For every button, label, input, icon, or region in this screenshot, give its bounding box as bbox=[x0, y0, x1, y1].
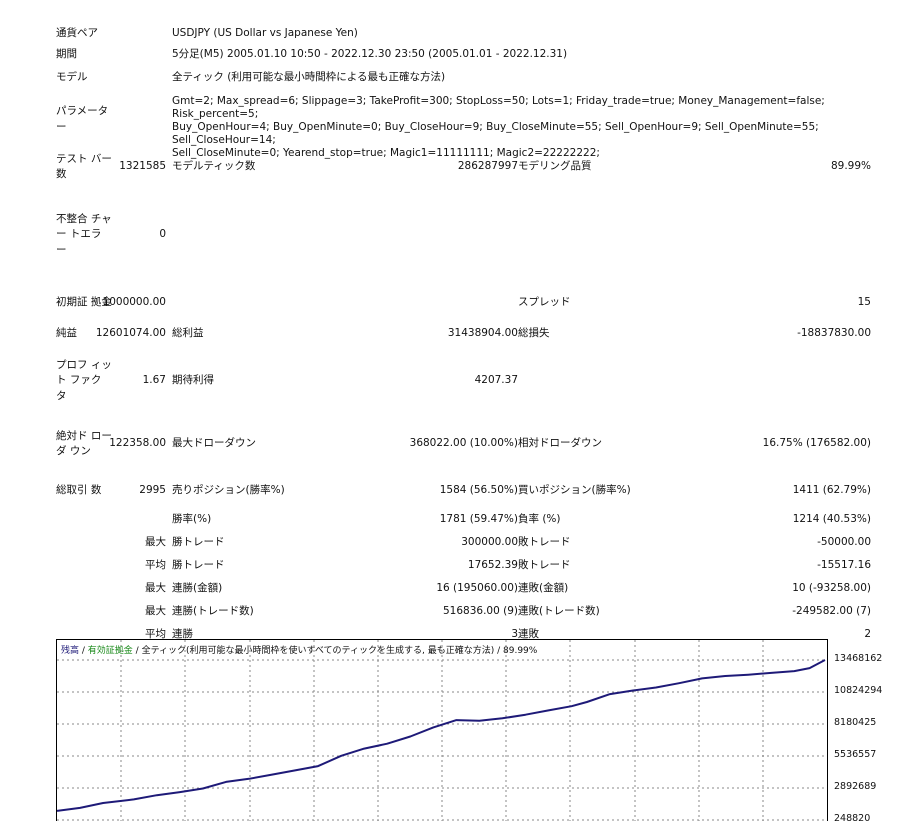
legend-equity: 有効証拠金 bbox=[87, 646, 133, 656]
header-value: 全ティック (利用可能な最小時間枠による最も正確な方法) bbox=[172, 71, 446, 83]
stat-label: 連敗(金額) bbox=[518, 581, 569, 594]
header-value: USDJPY (US Dollar vs Japanese Yen) bbox=[172, 27, 358, 39]
params-line: Gmt=2; Max_spread=6; Slippage=3; TakePro… bbox=[172, 95, 825, 120]
stat-label: 不整合 チャー トエラ ー bbox=[56, 212, 112, 256]
stat-label: 期待利得 bbox=[172, 374, 214, 387]
stat-number: 286287997 bbox=[457, 160, 518, 173]
stat-label: 総損失 bbox=[518, 327, 550, 340]
stat-value: 122358.00 bbox=[109, 414, 166, 474]
stat-value: 最大 bbox=[112, 532, 166, 554]
stat-number: 516836.00 (9) bbox=[443, 604, 518, 617]
stat-number: 1781 (59.47%) bbox=[439, 513, 518, 526]
stat-label: 負率 (%) bbox=[518, 513, 561, 526]
stat-value: -249582.00 (7) bbox=[792, 604, 871, 617]
stat-number: 平均 bbox=[145, 558, 166, 571]
stat-number: 最大 bbox=[145, 604, 166, 617]
stat-label bbox=[518, 184, 768, 286]
stat-label: 総取引 数 bbox=[56, 484, 102, 497]
header-label: 期間 bbox=[56, 48, 77, 60]
stat-value: 2995 bbox=[112, 474, 166, 508]
stat-number: 1321585 bbox=[119, 160, 166, 173]
params-label: パラメーター bbox=[56, 105, 109, 133]
stat-number: 17652.39 bbox=[467, 558, 518, 571]
stat-value: 10 (-93258.00) bbox=[792, 581, 871, 594]
stat-label bbox=[56, 532, 112, 554]
stats-table: テスト バー数 1321585 モデルティック数 286287997 モデリング品質 89… bbox=[56, 150, 871, 646]
legend-balance: 残高 bbox=[61, 646, 80, 656]
legend-quality: / 89.99% bbox=[494, 646, 538, 656]
stat-label bbox=[56, 600, 112, 623]
y-tick-label: 13468162 bbox=[834, 653, 883, 664]
stat-label: 絶対ド ローダ ウン bbox=[56, 429, 112, 458]
y-tick-label: 248820 bbox=[834, 813, 871, 824]
stat-value: 15 bbox=[857, 296, 871, 309]
stat-number: 1.67 bbox=[142, 374, 166, 387]
stat-value: -50000.00 bbox=[817, 536, 871, 549]
stat-label bbox=[172, 184, 512, 286]
stat-value: 89.99% bbox=[830, 160, 871, 173]
stat-value: 1321585 bbox=[112, 150, 166, 184]
stat-value: 最大 bbox=[112, 600, 166, 623]
chart-y-axis: 13468162 10824294 8180425 5536557 2892689 248… bbox=[828, 639, 903, 824]
stat-label: 買いポジション(勝率%) bbox=[518, 484, 631, 497]
stat-value bbox=[112, 508, 166, 532]
header-label: 通貨ペア bbox=[56, 27, 98, 39]
stat-value: 12601074.00 bbox=[96, 320, 166, 348]
stat-label: テスト バー数 bbox=[56, 152, 112, 181]
stat-label: モデリング品質 bbox=[518, 160, 592, 173]
stat-label bbox=[172, 286, 512, 320]
stat-number: 12601074.00 bbox=[95, 327, 166, 340]
stat-value: -18837830.00 bbox=[797, 327, 871, 340]
stat-number: 4207.37 bbox=[474, 374, 518, 387]
balance-chart: 残高 / 有効証拠金 / 全ティック(利用可能な最小時間枠を使いすべてのティック… bbox=[56, 639, 828, 821]
stat-number: 368022.00 (10.00%) bbox=[409, 437, 518, 450]
stat-label bbox=[518, 348, 768, 414]
stat-number: 2995 bbox=[139, 484, 166, 497]
stat-label bbox=[56, 508, 112, 532]
stat-number: 最大 bbox=[145, 536, 166, 549]
stat-value: 平均 bbox=[112, 554, 166, 577]
stat-label: 敗トレード bbox=[518, 536, 571, 549]
stat-number: 1000000.00 bbox=[102, 296, 166, 309]
stat-value: 16.75% (176582.00) bbox=[762, 437, 871, 450]
stat-number: 16 (195060.00) bbox=[436, 581, 518, 594]
stat-label: スプレッド bbox=[518, 296, 571, 309]
stat-value: 0 bbox=[112, 184, 166, 286]
stat-number: 122358.00 bbox=[109, 437, 166, 450]
header-value: 5分足(M5) 2005.01.10 10:50 - 2022.12.30 23… bbox=[172, 48, 568, 60]
stat-number: 300000.00 bbox=[461, 536, 518, 549]
y-tick-label: 2892689 bbox=[834, 781, 877, 792]
stat-value: -15517.16 bbox=[817, 558, 871, 571]
params-line: Buy_OpenHour=4; Buy_OpenMinute=0; Buy_Cl… bbox=[172, 121, 819, 146]
stat-number: 31438904.00 bbox=[447, 327, 518, 340]
chart-legend: 残高 / 有効証拠金 / 全ティック(利用可能な最小時間枠を使いすべてのティック… bbox=[61, 646, 538, 656]
stat-label: 敗トレード bbox=[518, 558, 571, 571]
stat-value: 1000000.00 bbox=[103, 286, 166, 320]
stat-label: 勝トレード bbox=[172, 558, 225, 571]
chart-plot bbox=[57, 640, 827, 821]
y-tick-label: 5536557 bbox=[834, 749, 877, 760]
stat-number: 1584 (56.50%) bbox=[439, 484, 518, 497]
legend-description: 全ティック(利用可能な最小時間枠を使いすべてのティックを生成する, 最も正確な方… bbox=[141, 646, 495, 656]
stat-value: 1411 (62.79%) bbox=[792, 484, 871, 497]
header-label: モデル bbox=[56, 71, 88, 83]
y-tick-label: 8180425 bbox=[834, 717, 877, 728]
stat-label bbox=[56, 577, 112, 600]
stat-value: 1.67 bbox=[112, 348, 166, 414]
stat-value bbox=[768, 348, 871, 414]
stat-number: 0 bbox=[159, 228, 166, 241]
stat-value bbox=[768, 184, 871, 286]
stat-value: 最大 bbox=[112, 577, 166, 600]
stat-label: 連敗(トレード数) bbox=[518, 604, 600, 617]
stat-value: 1214 (40.53%) bbox=[792, 513, 871, 526]
stat-number: 最大 bbox=[145, 581, 166, 594]
stat-label: プロフ ィット ファク タ bbox=[56, 358, 112, 402]
stat-label bbox=[56, 554, 112, 577]
stat-label: 相対ドローダウン bbox=[518, 437, 602, 450]
y-tick-label: 10824294 bbox=[834, 685, 883, 696]
